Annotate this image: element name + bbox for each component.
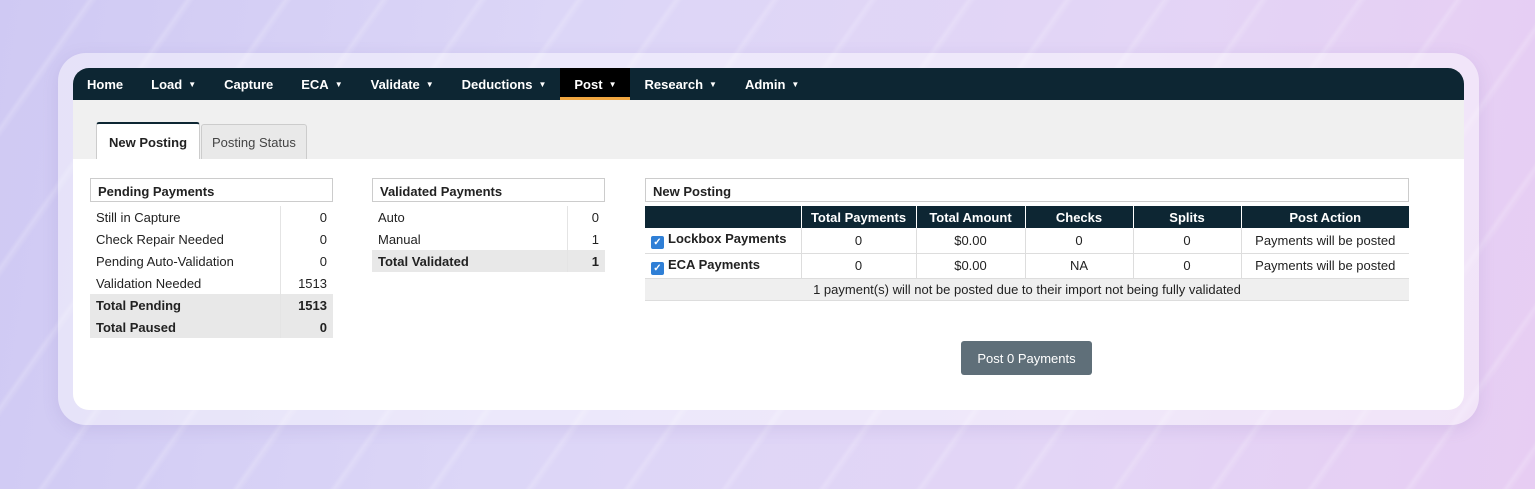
validated-payments-table: Auto 0 Manual 1 Total Validated 1 (372, 206, 605, 272)
eca-payments-cell: ✓ ECA Payments (645, 253, 801, 279)
row-label: Lockbox Payments (668, 231, 787, 247)
row-value: 1513 (280, 272, 333, 294)
post-action-cell: Payments will be posted (1240, 253, 1409, 279)
splits-cell: 0 (1132, 228, 1241, 254)
row-value: 1 (567, 250, 605, 272)
total-payments-cell: 0 (800, 253, 916, 279)
post-action-cell: Payments will be posted (1240, 228, 1409, 254)
table-row: ✓ Lockbox Payments 0 $0.00 0 0 Payments w… (645, 228, 1409, 254)
tab-content: Pending Payments Still in Capture 0 Check… (73, 159, 1464, 410)
table-row: Check Repair Needed 0 (90, 228, 333, 250)
caret-down-icon: ▼ (538, 79, 547, 89)
row-value: 0 (280, 228, 333, 250)
nav-validate[interactable]: Validate ▼ (357, 68, 448, 100)
row-label: Still in Capture (96, 209, 181, 225)
table-row: Auto 0 (372, 206, 605, 228)
table-row: Manual 1 (372, 228, 605, 250)
nav-post[interactable]: Post ▼ (560, 68, 631, 100)
pending-payments-header: Pending Payments (90, 178, 333, 202)
nav-home[interactable]: Home (87, 68, 137, 100)
nav-capture[interactable]: Capture (210, 68, 287, 100)
row-label: Validation Needed (96, 275, 202, 291)
total-amount-cell: $0.00 (915, 228, 1025, 254)
caret-down-icon: ▼ (334, 79, 343, 89)
row-label: Check Repair Needed (96, 231, 224, 247)
top-navbar: Home Load ▼ Capture ECA ▼ Validate ▼ Deduct… (73, 68, 1464, 100)
eca-payments-checkbox[interactable]: ✓ (651, 261, 664, 275)
total-payments-cell: 0 (800, 228, 916, 254)
table-row: Still in Capture 0 (90, 206, 333, 228)
tab-new-posting[interactable]: New Posting (96, 122, 201, 160)
total-amount-cell: $0.00 (915, 253, 1025, 279)
table-row: ✓ ECA Payments 0 $0.00 NA 0 Payments will… (645, 253, 1409, 279)
lockbox-payments-checkbox[interactable]: ✓ (651, 236, 664, 250)
lockbox-payments-cell: ✓ Lockbox Payments (645, 228, 801, 254)
nav-research[interactable]: Research ▼ (630, 68, 730, 100)
row-label: Manual (378, 231, 421, 247)
tab-bar: New Posting Posting Status (73, 100, 1464, 160)
row-value: 0 (567, 206, 605, 228)
nav-deductions[interactable]: Deductions ▼ (448, 68, 561, 100)
nav-admin[interactable]: Admin ▼ (731, 68, 813, 100)
row-value: 1513 (280, 294, 333, 316)
tab-posting-status[interactable]: Posting Status (201, 124, 307, 159)
pending-payments-table: Still in Capture 0 Check Repair Needed 0 P… (90, 206, 333, 338)
splits-cell: 0 (1132, 253, 1241, 279)
app-window: Home Load ▼ Capture ECA ▼ Validate ▼ Deduct… (73, 68, 1464, 410)
row-label: Total Paused (90, 316, 281, 338)
validated-payments-header: Validated Payments (372, 178, 605, 202)
column-header: Total Payments (800, 206, 916, 228)
column-header: Splits (1132, 206, 1241, 228)
row-label: Total Validated (372, 250, 568, 272)
column-header: Checks (1024, 206, 1133, 228)
new-posting-table: Total Payments Total Amount Checks Split… (645, 206, 1409, 301)
post-payments-button[interactable]: Post 0 Payments (961, 341, 1092, 375)
checks-cell: 0 (1024, 228, 1133, 254)
column-header: Post Action (1240, 206, 1409, 228)
table-header-row: Total Payments Total Amount Checks Split… (645, 206, 1409, 228)
caret-down-icon: ▼ (188, 79, 197, 89)
checks-cell: NA (1024, 253, 1133, 279)
row-label: ECA Payments (668, 256, 760, 272)
row-label: Total Pending (90, 294, 281, 316)
total-row: Total Paused 0 (90, 316, 333, 338)
row-label: Auto (378, 209, 405, 225)
row-value: 0 (280, 316, 333, 338)
table-row: Pending Auto-Validation 0 (90, 250, 333, 272)
row-value: 0 (280, 206, 333, 228)
validation-note: 1 payment(s) will not be posted due to t… (645, 278, 1409, 301)
caret-down-icon: ▼ (791, 79, 800, 89)
row-value: 1 (567, 228, 605, 250)
table-row: Validation Needed 1513 (90, 272, 333, 294)
column-header (645, 206, 801, 228)
caret-down-icon: ▼ (709, 79, 717, 89)
nav-load[interactable]: Load ▼ (137, 68, 210, 100)
validation-note-row: 1 payment(s) will not be posted due to t… (645, 278, 1409, 301)
row-label: Pending Auto-Validation (96, 253, 234, 269)
row-value: 0 (280, 250, 333, 272)
new-posting-header: New Posting (645, 178, 1409, 202)
caret-down-icon: ▼ (608, 79, 617, 89)
total-row: Total Validated 1 (372, 250, 605, 272)
column-header: Total Amount (915, 206, 1025, 228)
total-row: Total Pending 1513 (90, 294, 333, 316)
caret-down-icon: ▼ (425, 79, 434, 89)
nav-eca[interactable]: ECA ▼ (287, 68, 356, 100)
